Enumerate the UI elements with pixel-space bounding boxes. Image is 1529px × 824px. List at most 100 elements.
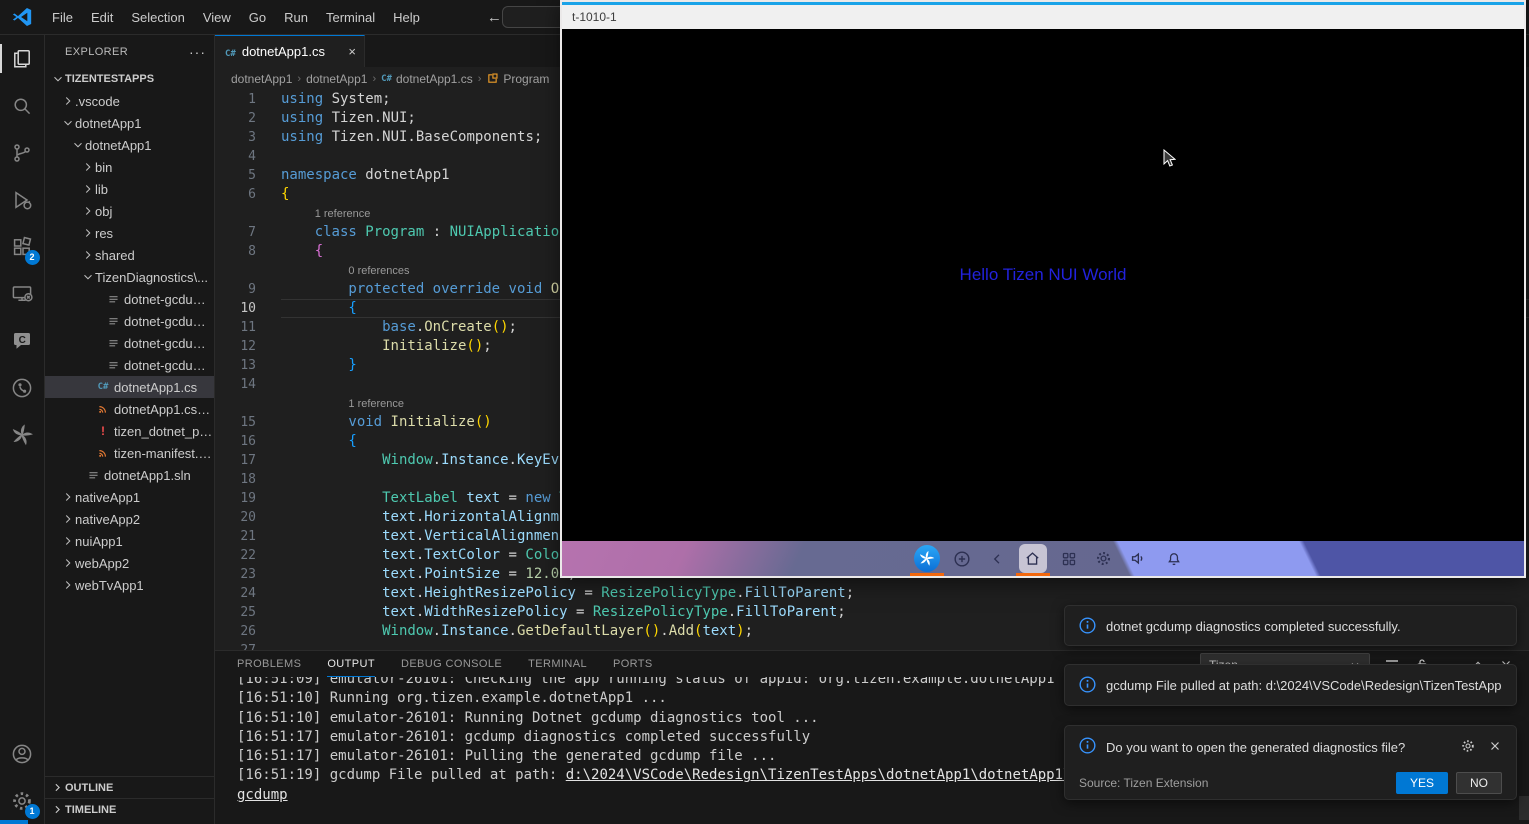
activity-tizen-extension-icon[interactable] xyxy=(0,411,45,458)
codelens-reference[interactable]: 0 references xyxy=(348,265,409,277)
tree-item-label: dotnetApp1 xyxy=(75,116,142,131)
chevron-right-icon xyxy=(81,160,95,174)
panel-tab-terminal[interactable]: TERMINAL xyxy=(528,651,587,677)
line-number: 11 xyxy=(215,318,281,337)
panel-tab-debug-console[interactable]: DEBUG CONSOLE xyxy=(401,651,502,677)
tree-item-label: nativeApp1 xyxy=(75,490,140,505)
tree-item-label: webApp2 xyxy=(75,556,129,571)
folder-bin[interactable]: bin xyxy=(45,156,214,178)
menu-run[interactable]: Run xyxy=(275,0,317,35)
folder-nativeapp2[interactable]: nativeApp2 xyxy=(45,508,214,530)
notification-close-icon[interactable] xyxy=(1488,739,1502,756)
notification-open-diagnostics[interactable]: Do you want to open the generated diagno… xyxy=(1064,725,1517,800)
activity-run-and-debug-icon[interactable] xyxy=(0,176,45,223)
line-number: 22 xyxy=(215,546,281,565)
emulator-screen[interactable]: Hello Tizen NUI World xyxy=(562,29,1524,541)
explorer-more-actions-button[interactable]: ··· xyxy=(189,44,206,60)
file-tizen-manifest-xml[interactable]: tizen-manifest.xml xyxy=(45,442,214,464)
taskbar-home-icon[interactable] xyxy=(1019,544,1047,573)
activity-accounts-icon[interactable] xyxy=(0,730,45,777)
notification-settings-gear-icon[interactable] xyxy=(1460,738,1476,757)
codelens-reference[interactable]: 1 reference xyxy=(348,398,404,410)
class-icon xyxy=(486,72,499,85)
activity-remote-device-manager-icon[interactable] xyxy=(0,270,45,317)
menu-view[interactable]: View xyxy=(194,0,240,35)
taskbar-volume-icon[interactable] xyxy=(1126,544,1152,573)
activity-extensions-icon[interactable]: 2 xyxy=(0,223,45,270)
folder-lib[interactable]: lib xyxy=(45,178,214,200)
file-dotnet-gcdump-[interactable]: dotnet-gcdump_... xyxy=(45,288,214,310)
breadcrumb-item-dotnetapp1-cs[interactable]: C#dotnetApp1.cs xyxy=(381,72,473,86)
panel-tab-ports[interactable]: PORTS xyxy=(613,651,653,677)
menu-selection[interactable]: Selection xyxy=(122,0,193,35)
codelens-reference[interactable]: 1 reference xyxy=(315,208,371,220)
chevron-right-icon xyxy=(49,781,65,794)
folder-nuiapp1[interactable]: nuiApp1 xyxy=(45,530,214,552)
menu-edit[interactable]: Edit xyxy=(82,0,122,35)
taskbar-zoom-in-icon[interactable] xyxy=(949,544,975,573)
activity-search-icon[interactable] xyxy=(0,82,45,129)
notification-gcdump-complete[interactable]: dotnet gcdump diagnostics completed succ… xyxy=(1064,605,1517,646)
folder-webapp2[interactable]: webApp2 xyxy=(45,552,214,574)
file-dotnetapp1-sln[interactable]: dotnetApp1.sln xyxy=(45,464,214,486)
tab-dotnetapp1-cs[interactable]: C# dotnetApp1.cs × xyxy=(215,35,365,67)
breadcrumb-item-program[interactable]: Program xyxy=(486,72,549,86)
breadcrumb-separator: › xyxy=(478,73,482,85)
taskbar-tizen-app-icon[interactable] xyxy=(914,544,940,573)
breadcrumb-item-dotnetapp1[interactable]: dotnetApp1 xyxy=(306,72,367,86)
status-bar-remote-indicator[interactable] xyxy=(0,820,28,824)
activity-dependency-graph-icon[interactable] xyxy=(0,364,45,411)
notification-file-pulled[interactable]: gcdump File pulled at path: d:\2024\VSCo… xyxy=(1064,664,1517,706)
breadcrumb-separator: › xyxy=(372,73,376,85)
taskbar-back-icon[interactable] xyxy=(984,544,1010,573)
tab-close-icon[interactable]: × xyxy=(348,44,356,59)
menu-help[interactable]: Help xyxy=(384,0,429,35)
section-timeline[interactable]: TIMELINE xyxy=(45,798,214,820)
activity-settings-icon[interactable]: 1 xyxy=(0,777,45,824)
folder-tizendiagnostics-[interactable]: TizenDiagnostics\... xyxy=(45,266,214,288)
activity-tizen-chat-icon[interactable]: C xyxy=(0,317,45,364)
panel-tab-problems[interactable]: PROBLEMS xyxy=(237,651,301,677)
folder-tizentestapps[interactable]: TIZENTESTAPPS xyxy=(45,68,214,90)
folder-webtvapp1[interactable]: webTvApp1 xyxy=(45,574,214,596)
lines-file-icon xyxy=(85,469,101,482)
gcdump-path-link[interactable]: gcdump xyxy=(237,787,288,803)
nav-back-button[interactable]: ← xyxy=(487,9,502,26)
file-tizen-dotnet-proje-[interactable]: !tizen_dotnet_proje... xyxy=(45,420,214,442)
menu-terminal[interactable]: Terminal xyxy=(317,0,384,35)
folder-dotnetapp1[interactable]: dotnetApp1 xyxy=(45,134,214,156)
file-dotnet-gcdump-[interactable]: dotnet-gcdump_... xyxy=(45,354,214,376)
menu-file[interactable]: File xyxy=(43,0,82,35)
emulator-title: t-1010-1 xyxy=(572,10,617,24)
taskbar-settings-icon[interactable] xyxy=(1091,544,1117,573)
folder-dotnetapp1[interactable]: dotnetApp1 xyxy=(45,112,214,134)
tree-item-label: dotnet-gcdump_... xyxy=(124,336,214,351)
no-button[interactable]: NO xyxy=(1456,772,1502,794)
folder--vscode[interactable]: .vscode xyxy=(45,90,214,112)
emulator-title-bar[interactable]: t-1010-1 xyxy=(562,5,1524,29)
tree-item-label: TIZENTESTAPPS xyxy=(65,73,154,85)
activity-source-control-icon[interactable] xyxy=(0,129,45,176)
panel-scrollbar[interactable] xyxy=(1519,796,1529,820)
taskbar-apps-icon[interactable] xyxy=(1056,544,1082,573)
file-dotnetapp1-cs[interactable]: C#dotnetApp1.cs xyxy=(45,376,214,398)
file-dotnet-gcdump-[interactable]: dotnet-gcdump_... xyxy=(45,310,214,332)
tree-item-label: nuiApp1 xyxy=(75,534,123,549)
breadcrumb-item-dotnetapp1[interactable]: dotnetApp1 xyxy=(231,72,292,86)
file-dotnet-gcdump-[interactable]: dotnet-gcdump_... xyxy=(45,332,214,354)
folder-res[interactable]: res xyxy=(45,222,214,244)
folder-shared[interactable]: shared xyxy=(45,244,214,266)
folder-obj[interactable]: obj xyxy=(45,200,214,222)
panel-tab-output[interactable]: OUTPUT xyxy=(327,651,375,677)
menu-go[interactable]: Go xyxy=(240,0,275,35)
sidebar-bottom-sections: OUTLINETIMELINE xyxy=(45,776,214,820)
section-outline[interactable]: OUTLINE xyxy=(45,776,214,798)
tizen-emulator-window[interactable]: t-1010-1 Hello Tizen NUI World xyxy=(560,0,1526,578)
activity-explorer-icon[interactable] xyxy=(0,35,45,82)
yes-button[interactable]: YES xyxy=(1396,772,1448,794)
line-number: 14 xyxy=(215,375,281,394)
folder-nativeapp1[interactable]: nativeApp1 xyxy=(45,486,214,508)
file-dotnetapp1-csproj[interactable]: dotnetApp1.csproj xyxy=(45,398,214,420)
taskbar-notifications-icon[interactable] xyxy=(1161,544,1187,573)
csharp-file-icon: C# xyxy=(225,44,236,59)
